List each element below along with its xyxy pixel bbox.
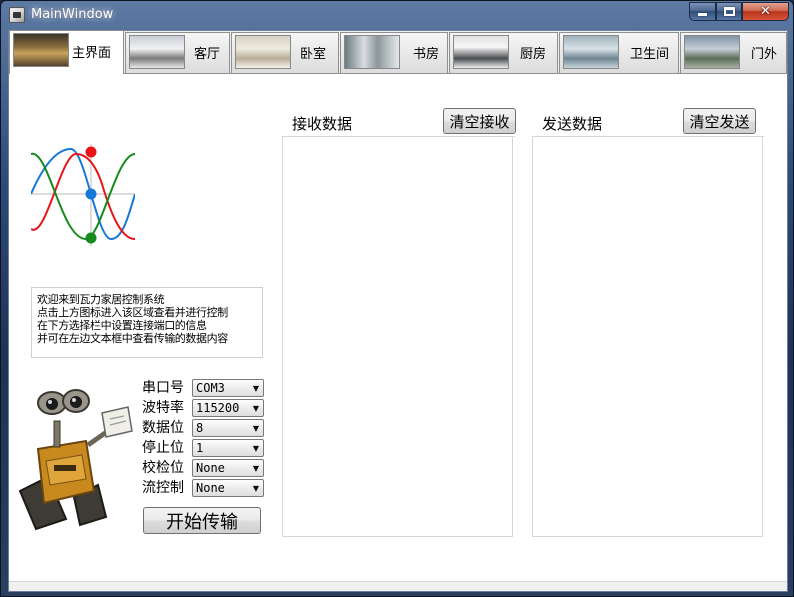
main-page: 欢迎来到瓦力家居控制系统 点击上方图标进入该区域查看并进行控制 在下方选择栏中设… [9, 73, 787, 581]
chevron-down-icon: ▼ [252, 443, 260, 453]
send-textarea[interactable] [532, 136, 763, 537]
tab-main-label: 主界面 [72, 46, 112, 61]
tab-bedroom[interactable]: 卧室 [231, 32, 339, 73]
walle-robot-image [18, 389, 133, 531]
chevron-down-icon: ▼ [252, 383, 260, 393]
flow-label: 流控制 [142, 480, 184, 496]
baud-label: 波特率 [142, 400, 184, 416]
flow-select[interactable]: None ▼ [192, 479, 264, 497]
parity-label: 校检位 [142, 460, 184, 476]
info-line: 并可在左边文本框中查看传输的数据内容 [37, 332, 228, 345]
close-button[interactable]: ✕ [742, 2, 789, 21]
wave-dot-green [85, 232, 97, 244]
baud-row: 波特率 [142, 399, 190, 417]
baud-select[interactable]: 115200 ▼ [192, 399, 264, 417]
chevron-down-icon: ▼ [252, 483, 260, 493]
sine-wave-icon [31, 144, 135, 246]
tab-living-room-label: 客厅 [194, 47, 221, 62]
port-value: COM3 [196, 381, 225, 395]
minimize-button[interactable] [689, 2, 716, 21]
tab-bathroom-label: 卫生间 [630, 47, 670, 62]
tab-bar: 主界面 客厅 卧室 书房 厨房 卫生间 门外 [9, 30, 787, 74]
tab-main[interactable]: 主界面 [9, 30, 124, 74]
title-bar[interactable]: MainWindow ✕ [1, 1, 794, 28]
close-icon: ✕ [760, 4, 771, 19]
chevron-down-icon: ▼ [252, 463, 260, 473]
tab-living-room[interactable]: 客厅 [125, 32, 230, 73]
tab-bathroom-thumbnail [563, 35, 619, 69]
chevron-down-icon: ▼ [252, 403, 260, 413]
info-line: 点击上方图标进入该区域查看并进行控制 [37, 306, 228, 319]
databits-row: 数据位 [142, 419, 190, 437]
start-transfer-button[interactable]: 开始传输 [143, 507, 261, 534]
receive-textarea[interactable] [282, 136, 513, 537]
receive-title: 接收数据 [292, 115, 353, 133]
stopbits-label: 停止位 [142, 440, 184, 456]
stopbits-value: 1 [196, 441, 204, 455]
minimize-icon [698, 13, 707, 16]
tab-bathroom[interactable]: 卫生间 [559, 32, 679, 73]
parity-row: 校检位 [142, 459, 190, 477]
info-textbox[interactable]: 欢迎来到瓦力家居控制系统 点击上方图标进入该区域查看并进行控制 在下方选择栏中设… [31, 287, 263, 358]
tab-kitchen-thumbnail [453, 35, 509, 69]
tab-study[interactable]: 书房 [340, 32, 448, 73]
chevron-down-icon: ▼ [252, 423, 260, 433]
wave-dot-red [85, 146, 97, 158]
tab-bedroom-label: 卧室 [300, 47, 327, 62]
tab-living-room-thumbnail [129, 35, 185, 69]
parity-value: None [196, 461, 225, 475]
tab-study-label: 书房 [413, 47, 440, 62]
tab-kitchen[interactable]: 厨房 [449, 32, 558, 73]
tab-outdoor[interactable]: 门外 [680, 32, 787, 73]
clear-send-button[interactable]: 清空发送 [683, 108, 756, 134]
wave-dot-blue [85, 188, 97, 200]
stopbits-row: 停止位 [142, 439, 190, 457]
port-label: 串口号 [142, 380, 184, 396]
maximize-button[interactable] [716, 2, 742, 21]
clear-receive-button[interactable]: 清空接收 [443, 108, 516, 134]
info-line: 欢迎来到瓦力家居控制系统 [37, 293, 165, 306]
tab-study-thumbnail [344, 35, 400, 69]
port-select[interactable]: COM3 ▼ [192, 379, 264, 397]
window-controls: ✕ [689, 2, 789, 21]
window-title: MainWindow [31, 7, 114, 22]
stopbits-select[interactable]: 1 ▼ [192, 439, 264, 457]
info-line: 在下方选择栏中设置连接端口的信息 [37, 319, 207, 332]
status-bar [9, 581, 787, 591]
tab-main-thumbnail [13, 33, 69, 67]
tab-bedroom-thumbnail [235, 35, 291, 69]
port-row: 串口号 [142, 379, 190, 397]
tab-outdoor-label: 门外 [751, 47, 778, 62]
client-area: 主界面 客厅 卧室 书房 厨房 卫生间 门外 欢迎来到瓦力家居控制系统 点击上方… [8, 30, 788, 592]
tab-kitchen-label: 厨房 [520, 47, 547, 62]
maximize-icon [723, 7, 735, 16]
tab-outdoor-thumbnail [684, 35, 740, 69]
flow-value: None [196, 481, 225, 495]
app-icon [9, 7, 25, 23]
parity-select[interactable]: None ▼ [192, 459, 264, 477]
send-title: 发送数据 [542, 115, 603, 133]
window-frame: MainWindow ✕ 主界面 客厅 卧室 书房 厨房 卫生间 门外 欢迎来到… [0, 0, 794, 597]
databits-value: 8 [196, 421, 204, 435]
databits-label: 数据位 [142, 420, 184, 436]
flow-row: 流控制 [142, 479, 190, 497]
databits-select[interactable]: 8 ▼ [192, 419, 264, 437]
baud-value: 115200 [196, 401, 240, 415]
